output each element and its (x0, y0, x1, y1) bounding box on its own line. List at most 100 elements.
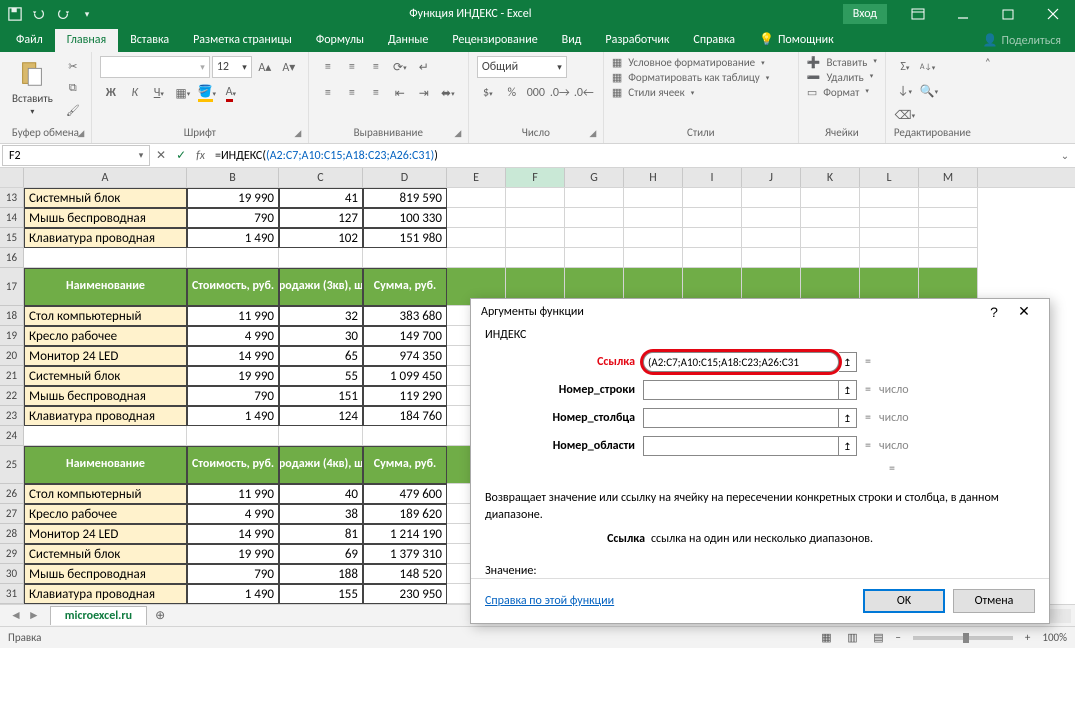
fx-icon[interactable]: fx (196, 149, 205, 163)
cell[interactable] (624, 208, 683, 228)
cell[interactable] (742, 208, 801, 228)
tab-view[interactable]: Вид (550, 29, 594, 52)
arg-input-row-num[interactable] (643, 380, 839, 400)
cell[interactable] (801, 188, 860, 208)
cell[interactable]: 19 990 (187, 544, 279, 564)
cell[interactable]: Системный блок (24, 366, 187, 386)
cell[interactable]: 11 990 (187, 306, 279, 326)
tab-developer[interactable]: Разработчик (593, 29, 681, 52)
cell[interactable]: 124 (279, 406, 363, 426)
col-header[interactable]: H (624, 168, 683, 187)
dialog-help-icon[interactable]: ? (979, 304, 1009, 320)
cell[interactable]: 40 (279, 484, 363, 504)
cell[interactable]: Наименование (24, 268, 187, 306)
cell[interactable] (683, 248, 742, 268)
cell[interactable]: 1 214 190 (363, 524, 447, 544)
format-cells-button[interactable]: ▭Формат▾ (807, 86, 869, 99)
cell[interactable] (919, 208, 978, 228)
cell[interactable] (919, 228, 978, 248)
clear-icon[interactable]: ⌫▾ (894, 104, 916, 126)
orientation-icon[interactable]: ⟳▾ (389, 56, 411, 78)
arg-input-area-num[interactable] (643, 436, 839, 456)
format-as-table-button[interactable]: ▦Форматировать как таблицу▾ (612, 71, 769, 84)
cell[interactable]: Стоимость, руб. (187, 446, 279, 484)
fill-icon[interactable]: ↓▾ (894, 80, 916, 102)
cell[interactable]: 151 980 (363, 228, 447, 248)
cell[interactable]: 151 (279, 386, 363, 406)
row-header[interactable]: 19 (0, 326, 24, 346)
col-header[interactable]: M (919, 168, 978, 187)
minimize-icon[interactable] (940, 0, 985, 28)
merge-icon[interactable]: ⬌▾ (437, 82, 459, 104)
share-button[interactable]: 👤Поделиться (969, 29, 1075, 52)
cell[interactable] (742, 228, 801, 248)
cell[interactable] (860, 208, 919, 228)
cell[interactable] (506, 248, 565, 268)
collapse-ribbon-icon[interactable]: ˄ (979, 52, 997, 143)
row-header[interactable]: 20 (0, 346, 24, 366)
cell[interactable]: 479 600 (363, 484, 447, 504)
page-layout-view-icon[interactable]: ▥ (840, 629, 864, 647)
row-header[interactable]: 25 (0, 446, 24, 484)
row-header[interactable]: 18 (0, 306, 24, 326)
tab-page-layout[interactable]: Разметка страницы (181, 29, 304, 52)
number-format-combo[interactable]: Общий▾ (477, 56, 567, 78)
cell[interactable]: 38 (279, 504, 363, 524)
cell[interactable] (565, 228, 624, 248)
row-header[interactable]: 28 (0, 524, 24, 544)
cell[interactable]: 1 379 310 (363, 544, 447, 564)
cell[interactable]: 1 490 (187, 584, 279, 604)
copy-icon[interactable]: ⧉ (63, 78, 83, 98)
number-launcher-icon[interactable]: ◢ (587, 128, 599, 140)
increase-decimal-icon[interactable]: .0→ (549, 82, 571, 104)
zoom-in-icon[interactable]: + (1021, 631, 1034, 644)
cell[interactable]: 155 (279, 584, 363, 604)
cell[interactable]: 790 (187, 386, 279, 406)
col-header[interactable]: F (506, 168, 565, 187)
align-middle-icon[interactable]: ≡ (341, 56, 363, 78)
cell[interactable]: 19 990 (187, 188, 279, 208)
redo-icon[interactable] (52, 3, 74, 25)
col-header[interactable]: G (565, 168, 624, 187)
font-size-combo[interactable]: 12▾ (212, 56, 252, 78)
cell[interactable] (742, 188, 801, 208)
cell[interactable]: Продажи (4кв), шт. (279, 446, 363, 484)
row-header[interactable]: 24 (0, 426, 24, 446)
conditional-formatting-button[interactable]: ▦Условное форматирование▾ (612, 56, 765, 69)
cut-icon[interactable]: ✂ (63, 56, 83, 76)
row-header[interactable]: 26 (0, 484, 24, 504)
close-icon[interactable] (1030, 0, 1075, 28)
cell[interactable]: 184 760 (363, 406, 447, 426)
collapse-dialog-icon[interactable]: ↥ (839, 380, 857, 400)
cell[interactable]: 149 700 (363, 326, 447, 346)
normal-view-icon[interactable]: ▦ (814, 629, 838, 647)
cell[interactable] (363, 248, 447, 268)
page-break-view-icon[interactable]: ▤ (866, 629, 890, 647)
row-header[interactable]: 30 (0, 564, 24, 584)
cell[interactable] (24, 426, 187, 446)
cell[interactable]: 188 (279, 564, 363, 584)
cell[interactable]: 65 (279, 346, 363, 366)
col-header[interactable]: J (742, 168, 801, 187)
cell[interactable]: Мышь беспроводная (24, 208, 187, 228)
cell[interactable]: Стол компьютерный (24, 484, 187, 504)
new-sheet-icon[interactable]: ⊕ (147, 608, 173, 623)
cell[interactable]: 81 (279, 524, 363, 544)
cell[interactable] (279, 248, 363, 268)
cell[interactable] (683, 208, 742, 228)
cell[interactable]: Системный блок (24, 544, 187, 564)
cell[interactable] (447, 248, 506, 268)
cell[interactable] (187, 426, 279, 446)
cell[interactable]: 1 490 (187, 406, 279, 426)
cell[interactable]: Сумма, руб. (363, 268, 447, 306)
paste-button[interactable]: Вставить ▾ (8, 56, 57, 119)
row-header[interactable]: 31 (0, 584, 24, 604)
cell[interactable]: Кресло рабочее (24, 326, 187, 346)
font-name-combo[interactable]: ▾ (100, 56, 210, 78)
cell[interactable]: 102 (279, 228, 363, 248)
col-header[interactable]: E (447, 168, 506, 187)
cell[interactable]: 4 990 (187, 504, 279, 524)
dialog-close-icon[interactable]: ✕ (1009, 303, 1039, 320)
cell-styles-button[interactable]: ▦Стили ячеек▾ (612, 86, 694, 99)
comma-format-icon[interactable]: 000 (525, 82, 547, 104)
